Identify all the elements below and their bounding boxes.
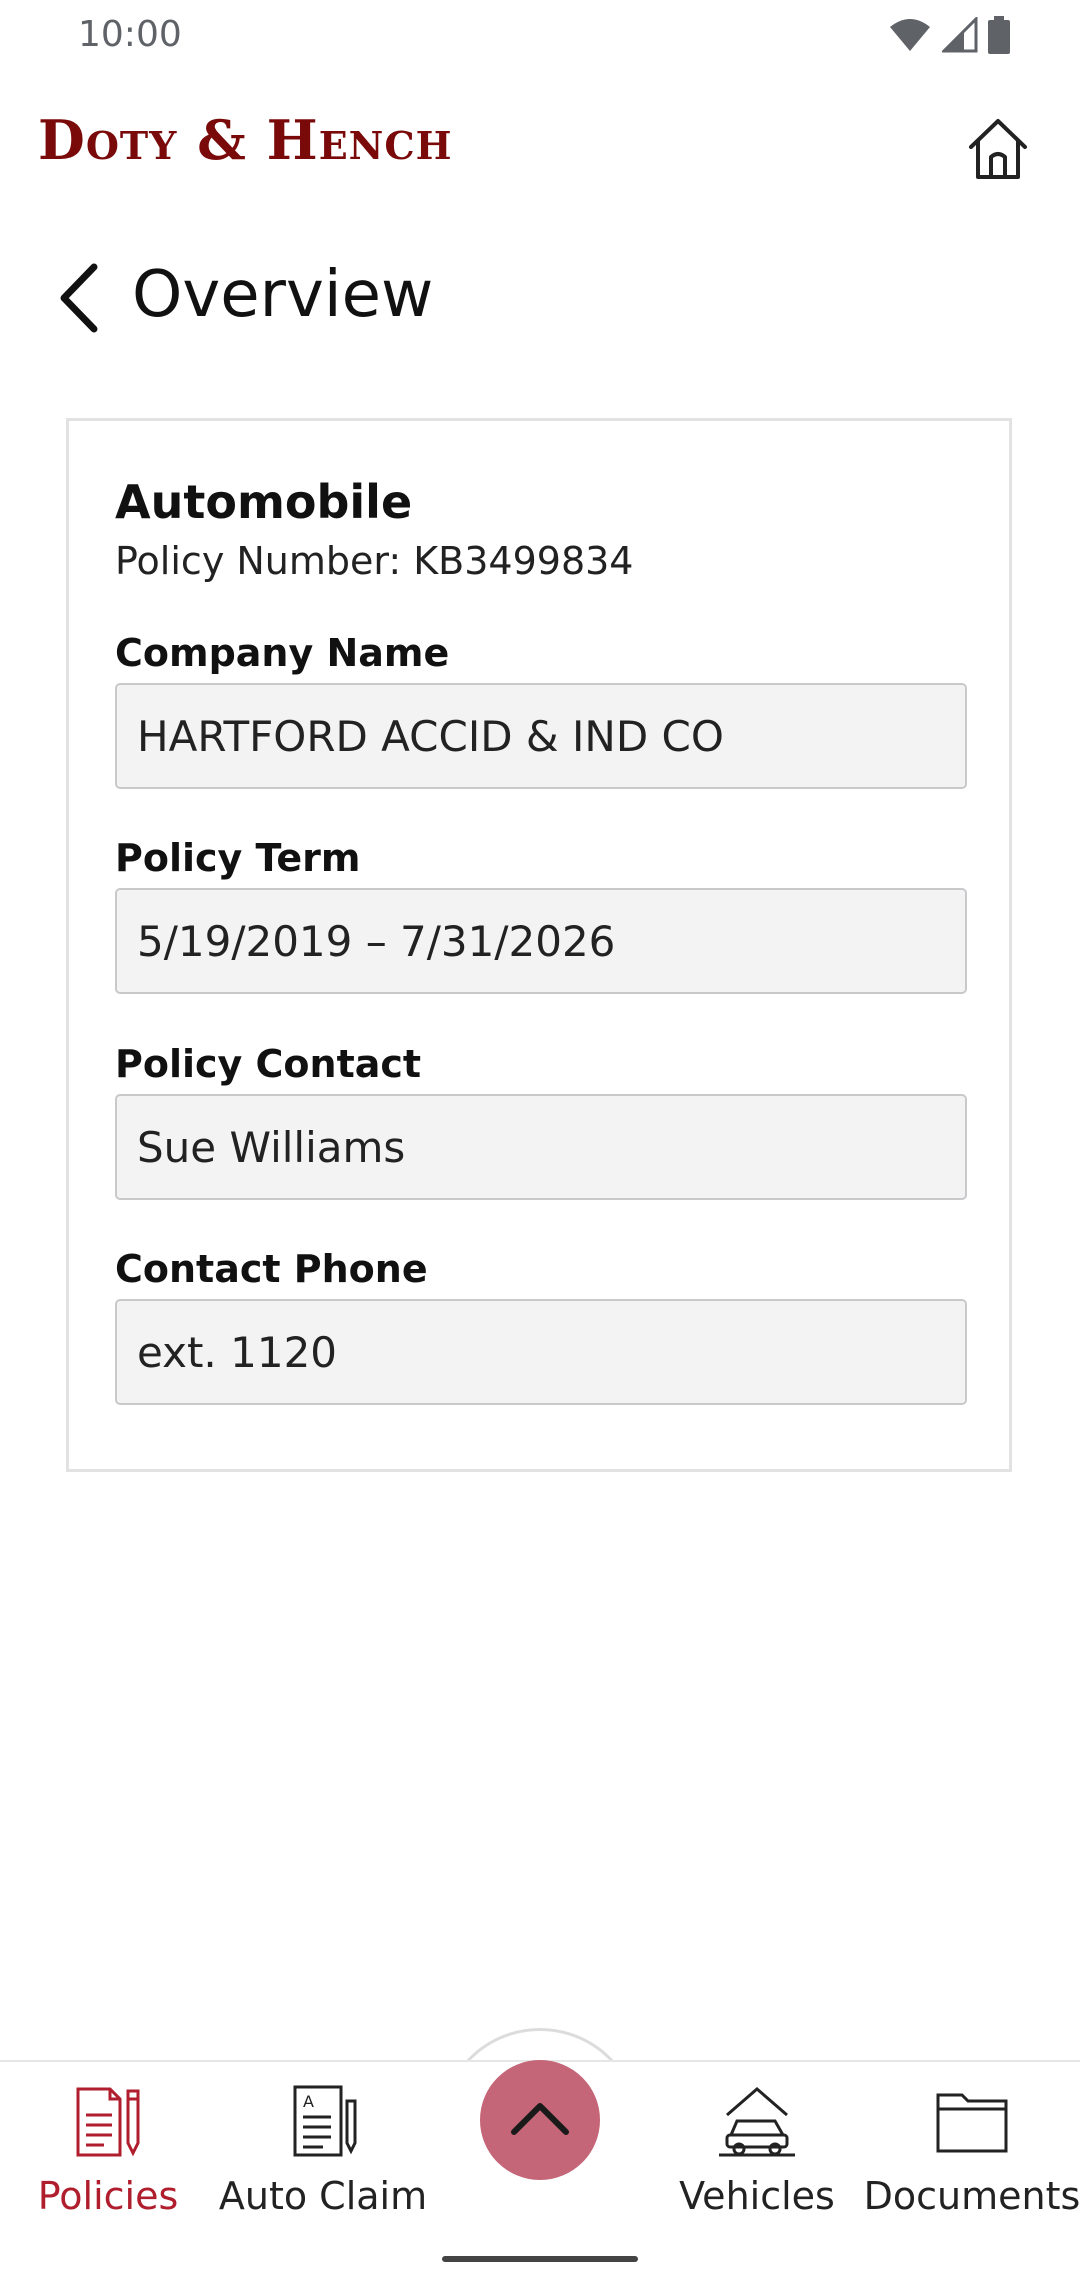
auto-claim-form-icon: A	[278, 2076, 368, 2166]
nav-label-auto-claim: Auto Claim	[218, 2174, 428, 2218]
nav-label-documents: Documents	[863, 2174, 1080, 2218]
brand-logo[interactable]: Doty & Hench	[38, 108, 453, 172]
back-button[interactable]	[50, 262, 110, 338]
nav-label-vehicles: Vehicles	[679, 2174, 835, 2218]
contact-phone-label: Contact Phone	[115, 1247, 428, 1291]
contact-phone-field[interactable]: ext. 1120	[115, 1299, 967, 1405]
gesture-bar[interactable]	[442, 2256, 638, 2262]
chevron-left-icon	[58, 263, 102, 337]
documents-folder-icon	[927, 2076, 1017, 2166]
company-name-label: Company Name	[115, 631, 450, 675]
nav-item-auto-claim[interactable]: A Auto Claim	[213, 2076, 433, 2226]
policy-number: Policy Number: KB3499834	[115, 539, 634, 583]
battery-icon	[988, 16, 1010, 58]
status-icons	[888, 15, 1010, 58]
page-title: Overview	[132, 258, 434, 332]
chevron-up-icon	[508, 2098, 572, 2142]
policy-card: Automobile Policy Number: KB3499834 Comp…	[66, 418, 1012, 1472]
policy-contact-label: Policy Contact	[115, 1042, 422, 1086]
signal-icon	[940, 15, 978, 57]
policy-term-field[interactable]: 5/19/2019 – 7/31/2026	[115, 888, 967, 994]
fab-expand-button[interactable]	[480, 2060, 600, 2180]
home-button[interactable]	[956, 108, 1040, 192]
nav-item-documents[interactable]: Documents	[862, 2076, 1080, 2226]
nav-item-policies[interactable]: Policies	[0, 2076, 218, 2226]
policies-document-pencil-icon	[63, 2076, 153, 2166]
vehicles-car-garage-icon	[712, 2076, 802, 2166]
status-time: 10:00	[78, 14, 182, 55]
policy-type: Automobile	[115, 475, 413, 529]
nav-item-vehicles[interactable]: Vehicles	[647, 2076, 867, 2226]
page-title-row: Overview	[0, 250, 1080, 350]
company-name-field[interactable]: HARTFORD ACCID & IND CO	[115, 683, 967, 789]
status-bar: 10:00	[0, 0, 1080, 72]
wifi-icon	[888, 17, 932, 57]
policy-contact-field[interactable]: Sue Williams	[115, 1094, 967, 1200]
nav-label-policies: Policies	[37, 2174, 179, 2218]
svg-text:A: A	[303, 2092, 314, 2111]
home-icon	[963, 113, 1033, 187]
policy-term-label: Policy Term	[115, 836, 361, 880]
app-header: Doty & Hench	[0, 100, 1080, 200]
